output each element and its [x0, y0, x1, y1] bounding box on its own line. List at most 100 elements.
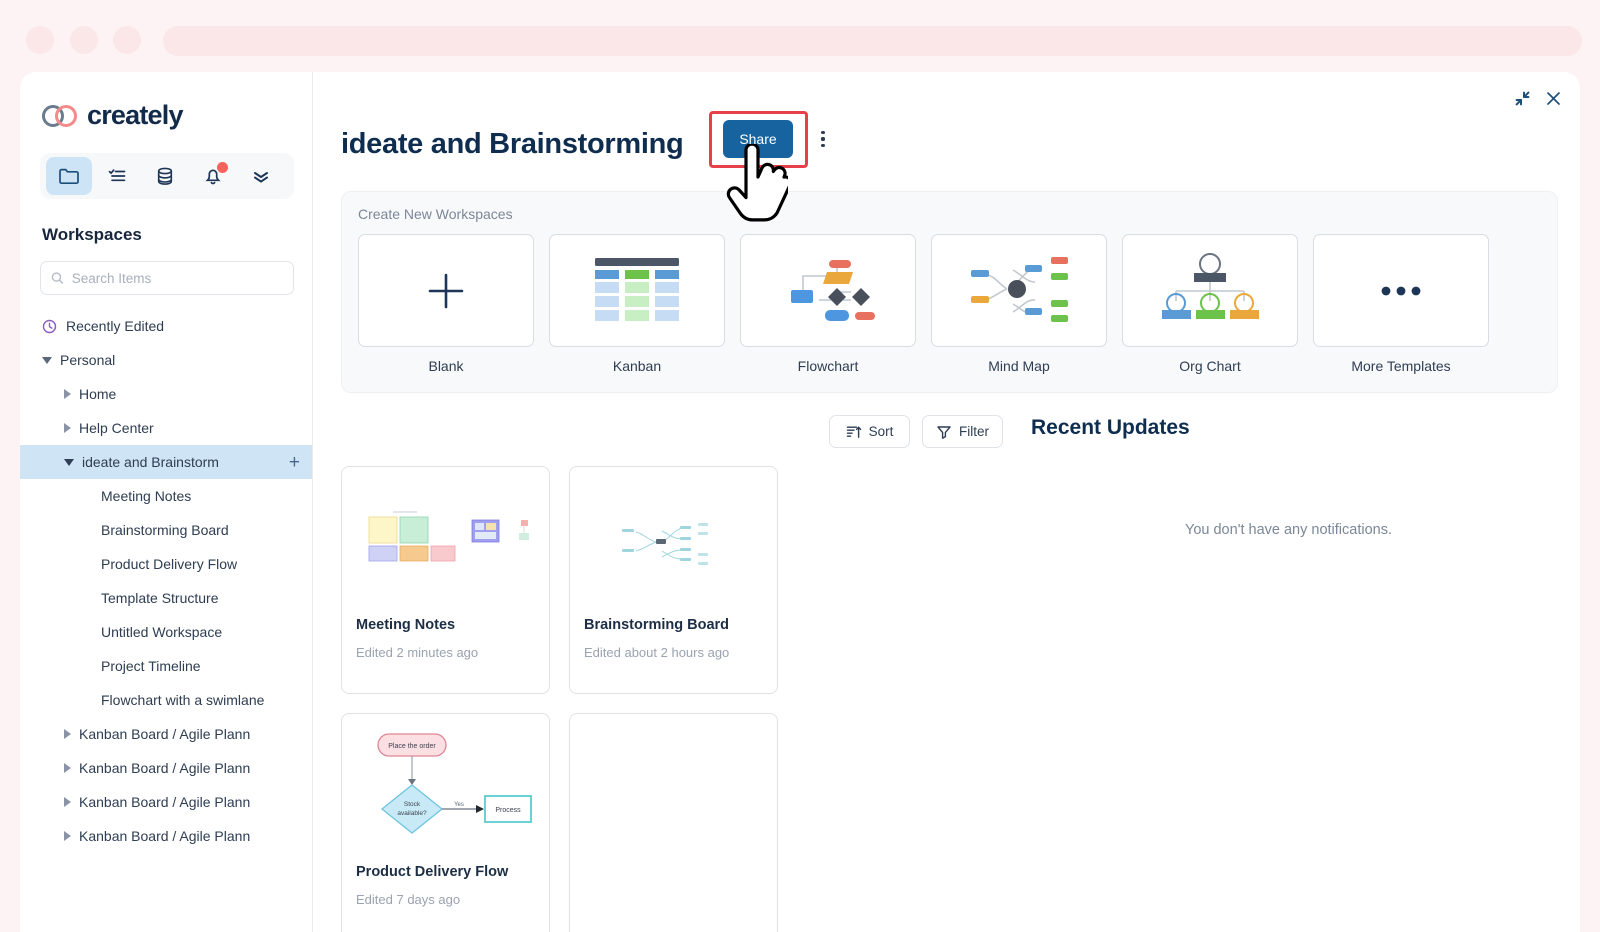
browser-dot-close[interactable]: [26, 26, 54, 54]
database-icon[interactable]: [142, 157, 188, 195]
chevron-down-icon[interactable]: [42, 357, 52, 364]
svg-text:Process: Process: [495, 807, 521, 814]
svg-text:Yes: Yes: [454, 802, 464, 808]
chevron-right-icon[interactable]: [64, 389, 71, 399]
template-label: More Templates: [1313, 358, 1489, 374]
tree-item-label: Project Timeline: [101, 658, 201, 674]
templates-caption: Create New Workspaces: [358, 206, 1541, 222]
list-toolbar: Sort Filter: [341, 415, 1003, 448]
clock-icon: [42, 319, 57, 334]
plus-icon[interactable]: [358, 234, 534, 347]
tree-item[interactable]: Home: [20, 377, 312, 411]
tree-item-label: ideate and Brainstorm: [82, 454, 219, 470]
template-card[interactable]: Mind Map: [931, 234, 1107, 374]
tree-item-label: Kanban Board / Agile Plann: [79, 726, 250, 742]
tree-item[interactable]: Kanban Board / Agile Plann: [20, 819, 312, 853]
tree-item[interactable]: Product Delivery Flow: [20, 547, 312, 581]
workspace-card-title: Meeting Notes: [342, 617, 549, 633]
recent-updates-title: Recent Updates: [1031, 416, 1580, 440]
workspaces-column: Sort Filter Meeting NotesEdited 2 minute…: [313, 415, 1003, 932]
workspace-cards-grid: Meeting NotesEdited 2 minutes agoBrainst…: [341, 466, 1003, 932]
chevron-double-down-icon[interactable]: [238, 157, 284, 195]
workspace-card[interactable]: Brainstorming BoardEdited about 2 hours …: [569, 466, 778, 694]
filter-funnel-icon: [936, 424, 952, 440]
sort-button[interactable]: Sort: [829, 415, 910, 448]
create-new-workspaces-panel: Create New Workspaces Blank Kanban Flowcha…: [341, 191, 1558, 393]
tree-item[interactable]: Flowchart with a swimlane: [20, 683, 312, 717]
workspace-card-title: Brainstorming Board: [570, 617, 777, 633]
share-button[interactable]: Share: [723, 120, 793, 158]
sidebar: creately: [20, 72, 313, 932]
checklist-icon[interactable]: [94, 157, 140, 195]
tree-item[interactable]: ideate and Brainstorm +: [20, 445, 312, 479]
tree-item[interactable]: Help Center: [20, 411, 312, 445]
filter-button[interactable]: Filter: [922, 415, 1003, 448]
tree-item-label: Product Delivery Flow: [101, 556, 237, 572]
chevron-down-icon[interactable]: [64, 459, 74, 466]
workspace-card-title: Product Delivery Flow: [342, 864, 549, 880]
search-box[interactable]: [40, 261, 294, 295]
tree-item-label: Help Center: [79, 420, 154, 436]
template-label: Blank: [358, 358, 534, 374]
workspace-card[interactable]: Meeting NotesEdited 2 minutes ago: [341, 466, 550, 694]
add-workspace-button[interactable]: +: [283, 453, 300, 472]
tree-item[interactable]: Kanban Board / Agile Plann: [20, 785, 312, 819]
page-header: ideate and Brainstorming Share: [313, 72, 1580, 161]
tree-item[interactable]: Kanban Board / Agile Plann: [20, 717, 312, 751]
ellipsis-icon[interactable]: [1313, 234, 1489, 347]
tree-item-label: Untitled Workspace: [101, 624, 222, 640]
browser-dot-minimize[interactable]: [70, 26, 98, 54]
brand-name: creately: [87, 100, 183, 131]
tree-item-label: Template Structure: [101, 590, 219, 606]
more-options-button[interactable]: [813, 124, 833, 154]
org-chart-icon[interactable]: [1122, 234, 1298, 347]
browser-dot-maximize[interactable]: [113, 26, 141, 54]
chevron-right-icon[interactable]: [64, 729, 71, 739]
chevron-right-icon[interactable]: [64, 831, 71, 841]
flowchart-thumb: Place the orderStockavailable?YesProcess: [342, 714, 549, 864]
page-title: ideate and Brainstorming: [341, 128, 683, 161]
template-card[interactable]: Org Chart: [1122, 234, 1298, 374]
folder-icon[interactable]: [46, 157, 92, 195]
bell-icon[interactable]: [190, 157, 236, 195]
chevron-right-icon[interactable]: [64, 423, 71, 433]
workspace-card[interactable]: [569, 713, 778, 932]
templates-row: Blank Kanban FlowchartMind Map Org Chart Mor…: [358, 234, 1541, 374]
tree-item-label: Meeting Notes: [101, 488, 191, 504]
template-card[interactable]: Kanban: [549, 234, 725, 374]
tree-item[interactable]: Untitled Workspace: [20, 615, 312, 649]
template-card[interactable]: More Templates: [1313, 234, 1489, 374]
template-label: Org Chart: [1122, 358, 1298, 374]
tree-item[interactable]: Recently Edited: [20, 309, 312, 343]
sort-icon: [846, 424, 862, 440]
kanban-board-icon[interactable]: [549, 234, 725, 347]
main-content: ideate and Brainstorming Share Create Ne…: [313, 72, 1580, 932]
search-icon: [51, 271, 64, 285]
flowchart-icon[interactable]: [740, 234, 916, 347]
template-card[interactable]: Flowchart: [740, 234, 916, 374]
tree-item[interactable]: Kanban Board / Agile Plann: [20, 751, 312, 785]
tree-item[interactable]: Project Timeline: [20, 649, 312, 683]
template-label: Kanban: [549, 358, 725, 374]
tree-item[interactable]: Personal: [20, 343, 312, 377]
filter-label: Filter: [959, 424, 989, 439]
chevron-right-icon[interactable]: [64, 797, 71, 807]
tree-item-label: Brainstorming Board: [101, 522, 229, 538]
sort-label: Sort: [869, 424, 894, 439]
mind-map-icon[interactable]: [931, 234, 1107, 347]
notifications-empty-message: You don't have any notifications.: [1031, 522, 1580, 538]
workspace-card[interactable]: Place the orderStockavailable?YesProcess…: [341, 713, 550, 932]
svg-text:Stock: Stock: [403, 801, 420, 808]
search-input[interactable]: [72, 271, 283, 286]
workspace-tree: Recently Edited PersonalHome Help Center id…: [20, 309, 312, 853]
template-card[interactable]: Blank: [358, 234, 534, 374]
tree-item[interactable]: Meeting Notes: [20, 479, 312, 513]
tree-item[interactable]: Template Structure: [20, 581, 312, 615]
tree-item[interactable]: Brainstorming Board: [20, 513, 312, 547]
sidebar-section-title: Workspaces: [42, 225, 312, 245]
chevron-right-icon[interactable]: [64, 763, 71, 773]
svg-text:Place the order: Place the order: [388, 743, 436, 750]
brand-logo[interactable]: creately: [20, 72, 312, 131]
tree-item-label: Recently Edited: [66, 318, 164, 334]
browser-address-bar[interactable]: [163, 26, 1582, 56]
